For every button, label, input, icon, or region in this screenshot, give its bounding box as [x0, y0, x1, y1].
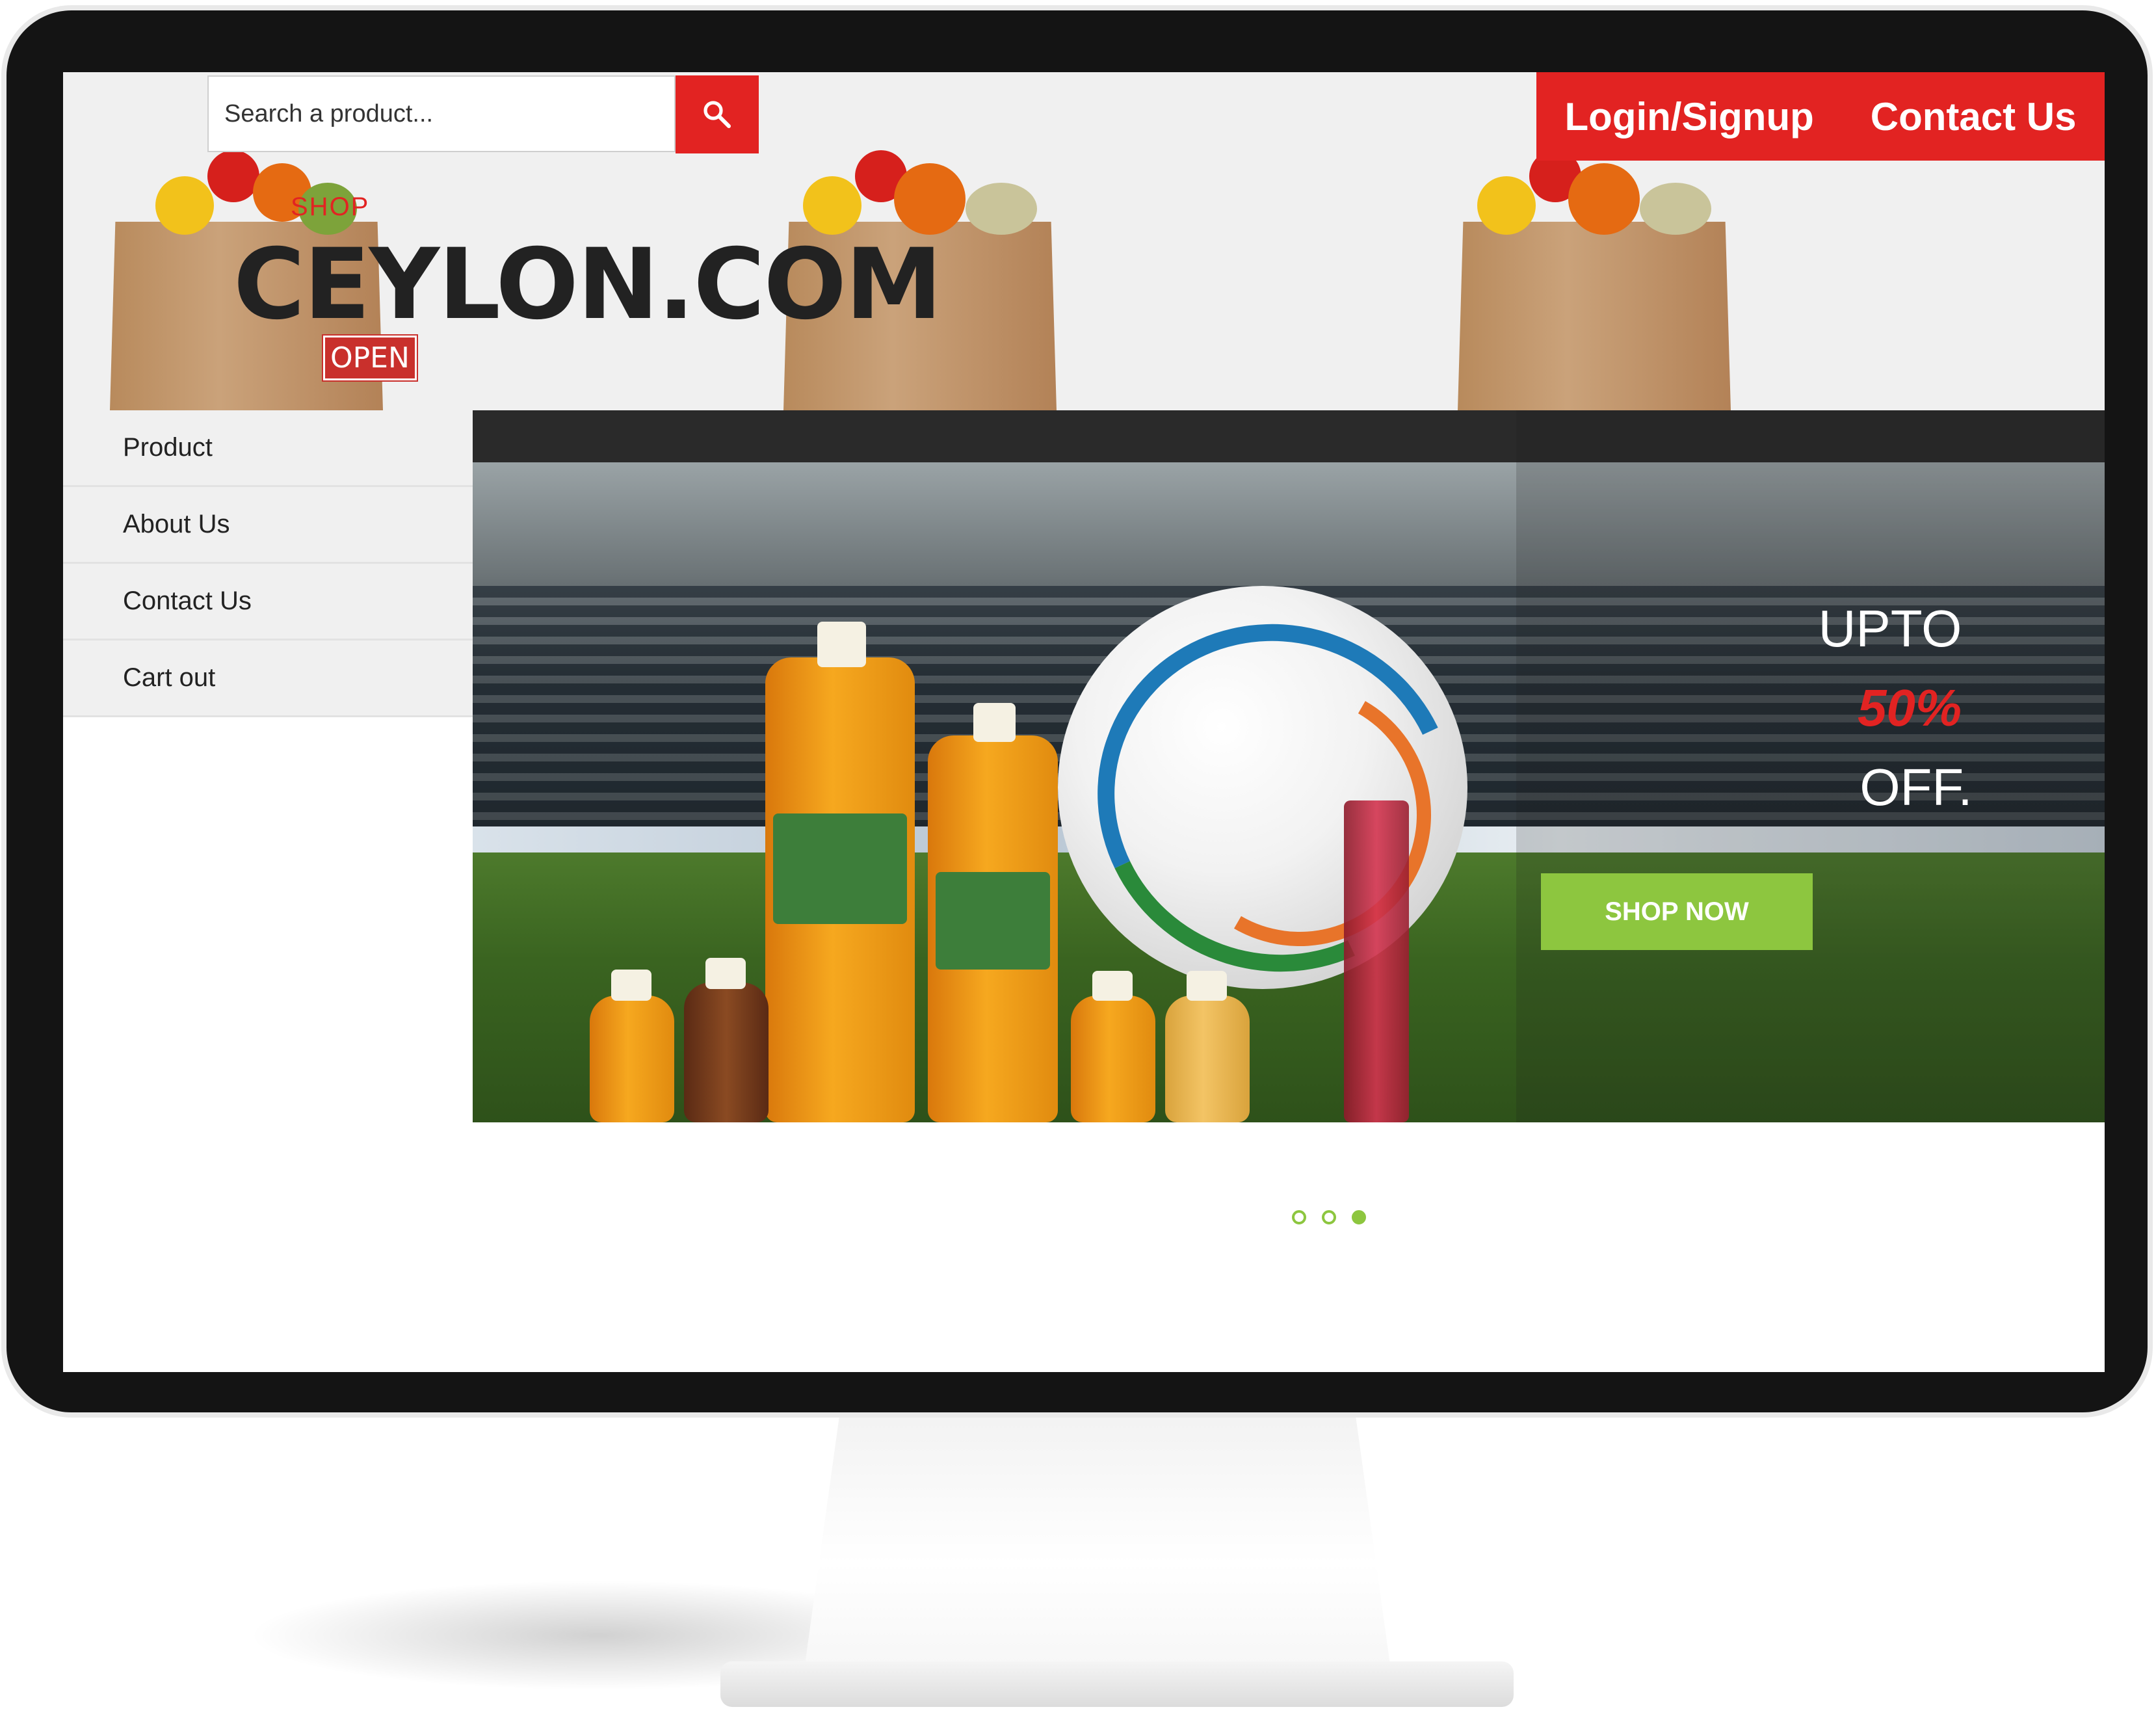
contact-us-link[interactable]: Contact Us — [1871, 94, 2077, 139]
search-input[interactable] — [209, 77, 674, 151]
logo-shop-text: SHOP — [291, 192, 370, 221]
carousel-dot-1[interactable] — [1292, 1210, 1306, 1224]
juice-glass-image — [1344, 800, 1409, 1122]
website-screen: SHOP CEYLON.COM OPEN Login/Signup Contac… — [63, 72, 2105, 1372]
top-nav: Login/Signup Contact Us — [1536, 72, 2105, 161]
promo-percent: 50% — [1857, 679, 1962, 737]
promo-upto: UPTO — [1818, 600, 1962, 657]
promo-text: UPTO 50% OFF. — [1799, 599, 2105, 817]
carousel-dot-3[interactable] — [1352, 1210, 1366, 1224]
site-header: SHOP CEYLON.COM OPEN Login/Signup Contac… — [63, 72, 2105, 410]
login-signup-link[interactable]: Login/Signup — [1565, 94, 1814, 139]
site-logo[interactable]: CEYLON.COM — [233, 228, 942, 341]
promo-off: OFF. — [1860, 758, 1973, 816]
open-sign: OPEN — [322, 334, 418, 382]
sidebar-item-product[interactable]: Product — [63, 410, 473, 487]
search-button[interactable] — [676, 75, 759, 153]
carousel-indicators — [1292, 1210, 1366, 1224]
shop-now-button[interactable]: SHOP NOW — [1541, 873, 1813, 950]
monitor-base — [720, 1661, 1514, 1707]
sidebar-item-contact-us[interactable]: Contact Us — [63, 564, 473, 641]
hero-banner: UPTO 50% OFF. SHOP NOW — [473, 410, 2105, 1122]
sidebar-item-cart-out[interactable]: Cart out — [63, 641, 473, 717]
search-icon — [703, 101, 731, 128]
grocery-bag-image — [1458, 137, 1731, 410]
sidebar-item-about-us[interactable]: About Us — [63, 487, 473, 564]
carousel-dot-2[interactable] — [1322, 1210, 1336, 1224]
sidebar-menu: Product About Us Contact Us Cart out — [63, 410, 473, 717]
monitor-frame: SHOP CEYLON.COM OPEN Login/Signup Contac… — [7, 10, 2148, 1412]
search-box — [207, 75, 676, 152]
monitor-stand — [805, 1411, 1390, 1665]
